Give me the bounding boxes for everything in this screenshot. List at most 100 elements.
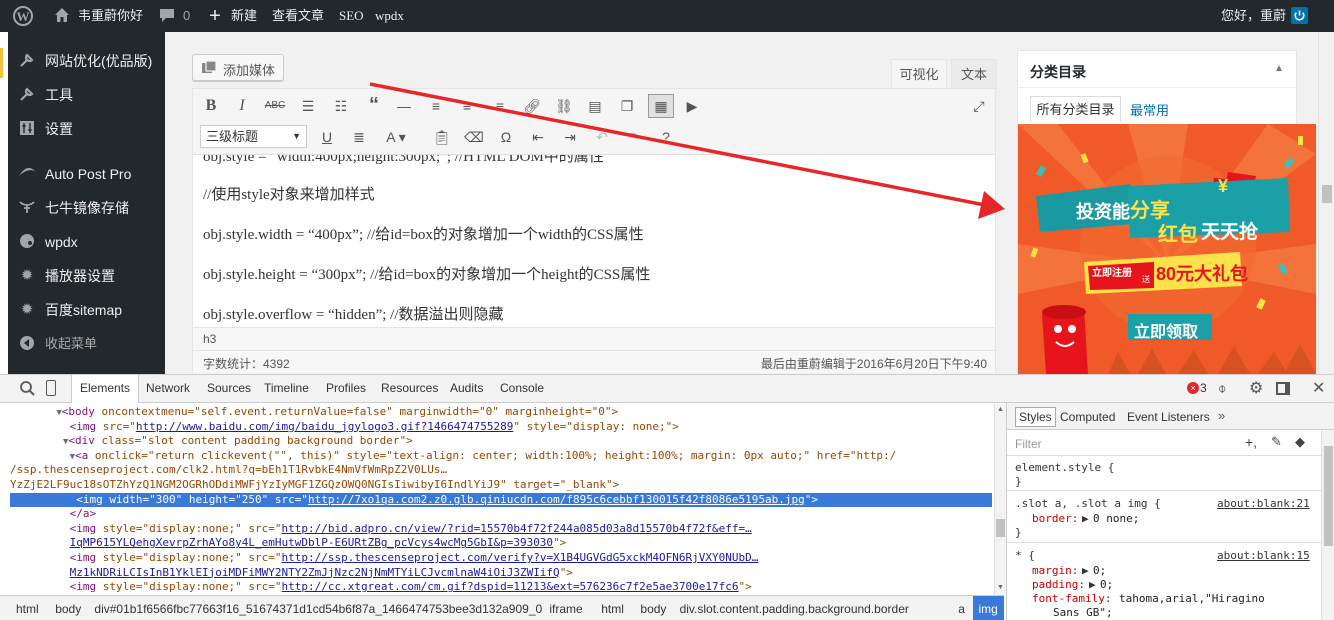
sidebar-item-seo[interactable]: 网站优化(优品版) — [8, 44, 165, 78]
dom-link[interactable]: Mz1kNDRiLCIsInB1YklEIjoiMDFiMWY2NTY2ZmJj… — [70, 566, 560, 579]
user-greeting[interactable]: 您好，重蔚 — [1221, 0, 1286, 32]
toolbar-toggle-icon[interactable]: ▦ — [648, 94, 674, 118]
tab-event-listeners[interactable]: Event Listeners — [1127, 410, 1210, 424]
bullet-list-icon[interactable]: ☰ — [297, 95, 319, 117]
dom-link[interactable]: http://bid.adpro.cn/view/?rid=15570b4f72… — [282, 522, 752, 535]
align-left-icon[interactable]: ≡ — [425, 95, 447, 117]
read-more-icon[interactable]: ▤ — [584, 95, 606, 117]
styles-filter-input[interactable]: Filter — [1015, 437, 1042, 451]
style-value[interactable]: 0; — [1093, 564, 1106, 577]
clear-formatting-icon[interactable]: ⌫ — [463, 126, 485, 148]
expand-arrow-icon[interactable]: ▶ — [1089, 578, 1096, 591]
sidebar-item-qiniu[interactable]: 七牛镜像存储 — [8, 191, 165, 225]
dom-node[interactable]: /ssp.thescenseproject.com/clk2.html?q=bE… — [10, 463, 992, 478]
dom-node[interactable]: ▼<div class="slot content padding backgr… — [10, 434, 992, 449]
sidebar-item-auto-post-pro[interactable]: Auto Post Pro — [8, 157, 165, 191]
expand-arrow-icon[interactable]: ▶ — [1082, 512, 1089, 525]
dom-node[interactable]: YzZjE2LF9uc18sOTZhYzQ1NGM2OGRhODdiMWFjYz… — [10, 478, 992, 493]
wordpress-logo-icon[interactable]: W — [13, 6, 33, 26]
dom-node[interactable]: Mz1kNDRiLCIsInB1YklEIjoiMDFiMWY2NTY2ZmJj… — [10, 566, 992, 581]
seo-link[interactable]: SEO — [339, 0, 364, 32]
redo-icon[interactable]: ↷ — [623, 126, 645, 148]
page-scrollbar[interactable] — [1318, 32, 1334, 374]
dom-link[interactable]: IqMP615YLQehgXevrpZrhAYo8y4L_emHutwDblP-… — [70, 536, 553, 549]
collapse-menu-button[interactable]: 收起菜单 — [8, 327, 165, 361]
align-right-icon[interactable]: ≡ — [489, 95, 511, 117]
element-style-rule[interactable]: element.style { — [1015, 461, 1114, 474]
tab-visual[interactable]: 可视化 — [891, 59, 947, 89]
fullscreen-icon[interactable]: ⤢ — [968, 95, 990, 117]
dom-link[interactable]: http://7xo1qa.com2.z0.glb.qiniucdn.com/f… — [308, 493, 805, 506]
rule-source-link[interactable]: about:blank:15 — [1217, 549, 1310, 562]
editor-content[interactable]: obj.style = “width:400px;height:300px;”;… — [193, 155, 995, 327]
scroll-up-icon[interactable]: ▲ — [997, 406, 1004, 413]
new-content-link[interactable]: 新建 — [231, 0, 257, 32]
styles-scrollbar[interactable] — [1321, 430, 1334, 620]
strikethrough-icon[interactable]: ABC — [264, 95, 286, 117]
expand-arrow-icon[interactable]: ▶ — [1082, 564, 1089, 577]
dom-scrollbar-thumb[interactable] — [996, 519, 1005, 537]
site-name-link[interactable]: 韦重蔚你好 — [78, 0, 143, 32]
outdent-icon[interactable]: ⇤ — [527, 126, 549, 148]
dom-link[interactable]: http://www.baidu.com/img/baidu_jgylogo3.… — [136, 420, 514, 433]
numbered-list-icon[interactable]: ☷ — [330, 95, 352, 117]
dom-node-selected[interactable]: <img width="300" height="250" src="http:… — [10, 492, 992, 508]
paste-text-icon[interactable]: 📋︎ — [431, 126, 453, 148]
style-value[interactable]: tahoma,arial,"Hiragino — [1119, 592, 1265, 605]
dom-link[interactable]: http://cc.xtgreat.com/cm.gif?dspid=11213… — [282, 580, 739, 593]
dom-node[interactable]: <img style="display:none;" src="http://c… — [10, 580, 992, 595]
rule-source-link[interactable]: about:blank:21 — [1217, 497, 1310, 510]
style-value[interactable]: 0; — [1100, 578, 1113, 591]
tab-elements[interactable]: Elements — [71, 375, 140, 403]
wpdx-link[interactable]: wpdx — [375, 0, 404, 32]
tab-sources[interactable]: Sources — [207, 375, 251, 402]
text-color-icon[interactable]: A ▾ — [380, 126, 412, 148]
italic-icon[interactable]: I — [231, 95, 253, 117]
align-center-icon[interactable]: ≡ — [456, 95, 478, 117]
dock-side-icon[interactable] — [1276, 382, 1290, 395]
breadcrumb-item[interactable]: a — [958, 596, 965, 620]
horizontal-line-icon[interactable]: — — [393, 95, 415, 117]
help-icon[interactable]: ? — [655, 126, 677, 148]
tab-styles[interactable]: Styles — [1015, 407, 1056, 427]
tab-computed[interactable]: Computed — [1060, 410, 1115, 424]
element-path[interactable]: h3 — [203, 332, 216, 346]
indent-icon[interactable]: ⇥ — [559, 126, 581, 148]
sidebar-item-player-settings[interactable]: ✹ 播放器设置 — [8, 259, 165, 293]
comment-icon[interactable] — [157, 6, 177, 26]
tab-text[interactable]: 文本 — [951, 59, 997, 89]
home-icon[interactable] — [52, 6, 72, 26]
console-drawer-icon[interactable]: ⌽ — [1218, 375, 1226, 402]
breadcrumb-item[interactable]: html — [16, 596, 39, 620]
format-select[interactable]: 三级标题 ▼ — [200, 125, 307, 148]
dom-node[interactable]: ▼<body oncontextmenu="self.event.returnV… — [10, 405, 992, 420]
link-icon[interactable]: 🔗︎ — [521, 95, 543, 117]
sidebar-item-settings[interactable]: 设置 — [8, 112, 165, 146]
style-property[interactable]: border: — [1032, 512, 1078, 525]
sidebar-item-wpdx[interactable]: wpdx — [8, 225, 165, 259]
undo-icon[interactable]: ↶ — [591, 126, 613, 148]
dom-node[interactable]: <img style="display:none;" src="http://b… — [10, 522, 992, 537]
error-icon[interactable]: × — [1187, 382, 1199, 394]
inspect-icon[interactable] — [19, 380, 35, 396]
tab-resources[interactable]: Resources — [381, 375, 438, 402]
tab-most-used[interactable]: 最常用 — [1130, 100, 1169, 119]
breadcrumb-item[interactable]: iframe — [549, 596, 582, 620]
pin-icon[interactable]: ✎ — [1271, 434, 1282, 450]
underline-icon[interactable]: U — [316, 126, 338, 148]
dom-scrollbar[interactable]: ▲ ▼ — [994, 404, 1006, 595]
new-style-rule-icon[interactable]: +, — [1245, 434, 1257, 450]
breadcrumb-item[interactable]: div#01b1f6566fbc77663f16_51674371d1cd54b… — [94, 596, 542, 620]
breadcrumb-item[interactable]: img — [972, 596, 1004, 620]
bold-icon[interactable]: B — [200, 95, 222, 117]
advertisement[interactable]: 投资能 分享 红包 天天抢 ¥ 立即注册 送 80元大礼包 立即领取 — [1018, 124, 1316, 374]
view-post-link[interactable]: 查看文章 — [272, 0, 324, 32]
style-property[interactable]: padding: — [1032, 578, 1085, 591]
settings-gear-icon[interactable]: ⚙ — [1249, 375, 1263, 402]
tab-all-categories[interactable]: 所有分类目录 — [1030, 96, 1121, 122]
page-break-icon[interactable]: ❐ — [616, 95, 638, 117]
dom-node[interactable]: <img style="display:none;" src="http://s… — [10, 551, 992, 566]
avatar[interactable] — [1291, 7, 1308, 24]
dom-node[interactable]: ▼<a onclick="return clickevent("", this)… — [10, 449, 992, 464]
error-count[interactable]: 3 — [1200, 375, 1207, 402]
